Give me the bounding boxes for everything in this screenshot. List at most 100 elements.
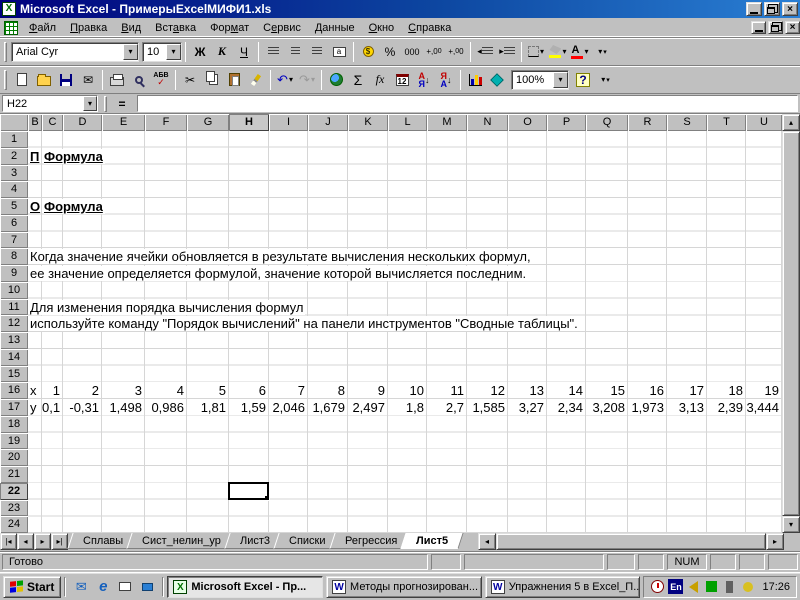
font-color-button[interactable]: А ▾: [570, 42, 590, 62]
cell-L17[interactable]: 1,8: [388, 400, 424, 415]
cell-R16[interactable]: 16: [628, 383, 664, 398]
borders-button[interactable]: ▾: [526, 42, 546, 62]
italic-button[interactable]: К: [212, 42, 232, 62]
bold-button[interactable]: Ж: [190, 42, 210, 62]
cell-B11[interactable]: Для изменения порядка вычисления формул: [30, 299, 306, 315]
row-header-20[interactable]: 20: [0, 449, 28, 466]
column-header-G[interactable]: G: [187, 114, 229, 131]
cell-B12[interactable]: используйте команду "Порядок вычислений"…: [30, 316, 580, 332]
close-button[interactable]: ×: [782, 2, 798, 16]
zoom-combo[interactable]: 100% ▾: [511, 69, 569, 90]
autosum-button[interactable]: Σ: [348, 70, 368, 90]
minimize-button[interactable]: [746, 2, 762, 16]
cell-N17[interactable]: 1,585: [467, 400, 505, 415]
chevron-down-icon[interactable]: ▾: [83, 96, 97, 111]
font-size-combo[interactable]: 10 ▾: [142, 41, 182, 62]
cell-O17[interactable]: 3,27: [508, 400, 544, 415]
cell-O16[interactable]: 13: [508, 383, 544, 398]
last-sheet-button[interactable]: ▸|: [51, 533, 68, 550]
row-header-6[interactable]: 6: [0, 214, 28, 232]
cell-L16[interactable]: 10: [388, 383, 424, 398]
vertical-scroll-thumb[interactable]: [782, 131, 800, 516]
column-header-N[interactable]: N: [467, 114, 508, 131]
cell-T17[interactable]: 2,39: [707, 400, 743, 415]
doc-minimize-button[interactable]: [751, 21, 766, 34]
cell-C16[interactable]: 1: [42, 383, 60, 398]
align-center-button[interactable]: [285, 42, 305, 62]
column-header-H[interactable]: H: [229, 114, 269, 131]
chevron-down-icon[interactable]: ▾: [123, 43, 138, 60]
toolbar-options-button[interactable]: ▾ ▾: [595, 70, 615, 90]
cell-U16[interactable]: 19: [746, 383, 779, 398]
increase-decimal-button[interactable]: +,0 0: [424, 42, 444, 62]
mail-button[interactable]: ✉: [78, 70, 98, 90]
channels-icon[interactable]: [138, 578, 156, 596]
row-header-8[interactable]: 8: [0, 248, 28, 265]
column-header-B[interactable]: B: [28, 114, 42, 131]
cell-C17[interactable]: 0,1: [42, 400, 60, 415]
cell-G17[interactable]: 1,81: [187, 400, 226, 415]
network-icon[interactable]: [704, 579, 719, 594]
align-right-button[interactable]: [307, 42, 327, 62]
insert-function-button[interactable]: fx: [370, 70, 390, 90]
scroll-right-button[interactable]: ▸: [766, 533, 784, 550]
cell-D17[interactable]: -0,31: [63, 400, 99, 415]
cell-P17[interactable]: 2,34: [547, 400, 583, 415]
map-button[interactable]: [487, 70, 507, 90]
column-header-M[interactable]: M: [427, 114, 467, 131]
spelling-button[interactable]: АБВ ✓: [151, 70, 171, 90]
cell-B5[interactable]: О: [30, 199, 42, 214]
first-sheet-button[interactable]: |◂: [0, 533, 17, 550]
row-header-10[interactable]: 10: [0, 281, 28, 299]
chevron-down-icon[interactable]: ▾: [166, 43, 181, 60]
restore-button[interactable]: [764, 2, 780, 16]
scheduler-icon[interactable]: [650, 579, 665, 594]
cell-T16[interactable]: 18: [707, 383, 743, 398]
toolbar-grip[interactable]: [4, 41, 7, 62]
row-header-11[interactable]: 11: [0, 298, 28, 316]
row-header-2[interactable]: 2: [0, 147, 28, 165]
cell-Q17[interactable]: 3,208: [586, 400, 625, 415]
selected-cell-H22[interactable]: [228, 481, 270, 501]
cell-C5[interactable]: Формула: [44, 199, 105, 214]
sheet-tab-sist-nelin-ur[interactable]: Сист_нелин_ур: [126, 533, 237, 549]
doc-close-button[interactable]: ×: [785, 21, 800, 34]
font-name-combo[interactable]: Arial Cyr ▾: [11, 41, 139, 62]
sort-ascending-button[interactable]: А Я ↓: [414, 70, 434, 90]
volume-icon[interactable]: [686, 579, 701, 594]
row-header-1[interactable]: 1: [0, 131, 28, 148]
cell-G16[interactable]: 5: [187, 383, 226, 398]
cell-E17[interactable]: 1,498: [102, 400, 142, 415]
cell-F16[interactable]: 4: [145, 383, 184, 398]
formula-input[interactable]: [137, 95, 798, 112]
language-indicator[interactable]: En: [668, 579, 684, 594]
cell-U17[interactable]: 3,444: [746, 400, 779, 415]
row-header-3[interactable]: 3: [0, 164, 28, 182]
start-button[interactable]: Start: [3, 575, 62, 598]
undo-button[interactable]: ↶ ▾: [275, 70, 295, 90]
menu-file[interactable]: Файл: [22, 20, 63, 36]
row-header-4[interactable]: 4: [0, 181, 28, 198]
calendar-button[interactable]: 12: [392, 70, 412, 90]
cell-K16[interactable]: 9: [348, 383, 385, 398]
excel-app-icon[interactable]: X: [2, 2, 16, 16]
cell-P16[interactable]: 14: [547, 383, 583, 398]
row-header-19[interactable]: 19: [0, 432, 28, 450]
formula-bar-grip[interactable]: [104, 95, 107, 112]
cell-J16[interactable]: 8: [308, 383, 345, 398]
cells-area[interactable]: [28, 131, 782, 533]
menu-data[interactable]: Данные: [308, 20, 362, 36]
underline-button[interactable]: Ч: [234, 42, 254, 62]
row-header-13[interactable]: 13: [0, 332, 28, 349]
row-header-12[interactable]: 12: [0, 315, 28, 332]
column-header-E[interactable]: E: [102, 114, 145, 131]
row-header-15[interactable]: 15: [0, 365, 28, 383]
percent-button[interactable]: %: [380, 42, 400, 62]
name-box[interactable]: H22 ▾: [2, 95, 98, 112]
copy-button[interactable]: [202, 70, 222, 90]
row-header-9[interactable]: 9: [0, 265, 28, 282]
row-header-23[interactable]: 23: [0, 499, 28, 517]
outlook-express-icon[interactable]: ✉: [72, 578, 90, 596]
row-header-24[interactable]: 24: [0, 516, 28, 533]
insert-hyperlink-button[interactable]: [326, 70, 346, 90]
